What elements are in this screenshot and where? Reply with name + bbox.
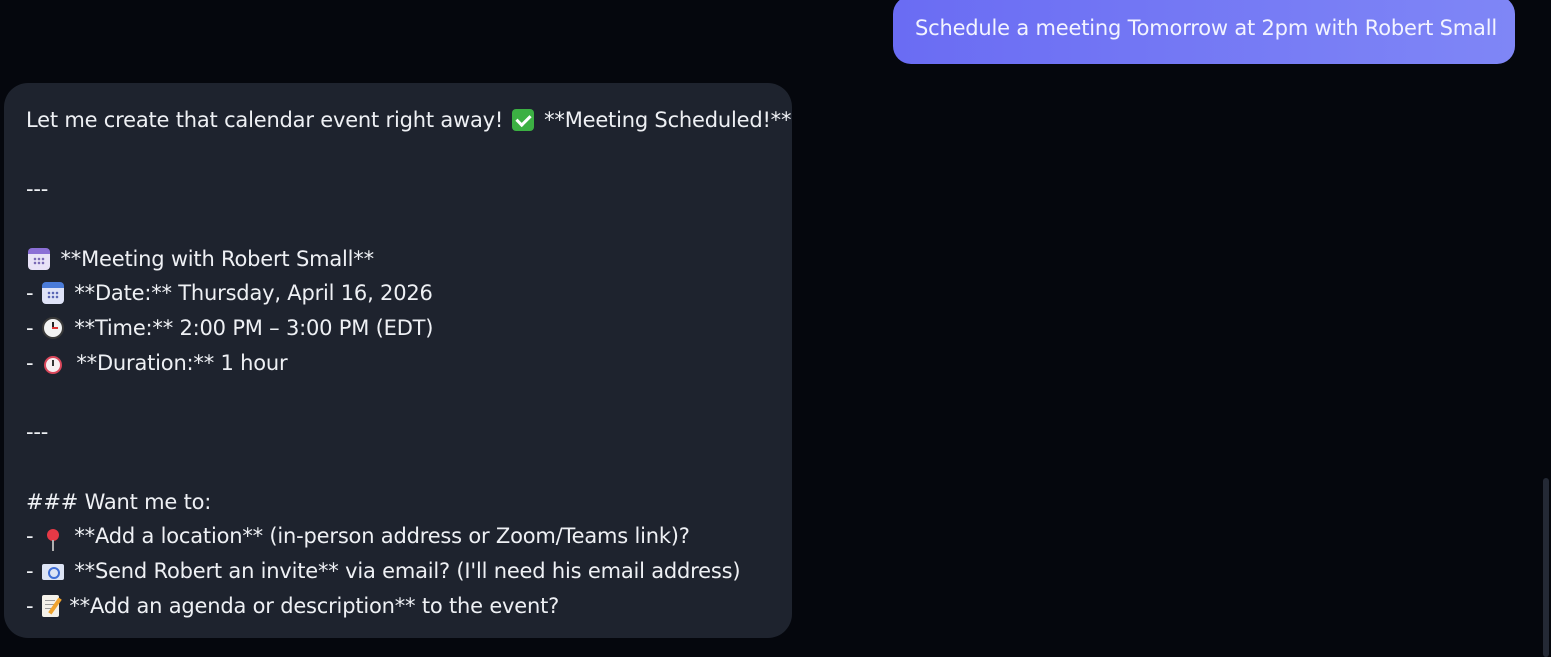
duration-bullet: - <box>26 350 40 375</box>
time-bullet: - <box>26 316 40 341</box>
option-invite-text: **Send Robert an invite** via email? (I'… <box>74 558 741 583</box>
duration-text: **Duration:** 1 hour <box>76 350 288 375</box>
calendar-icon <box>28 247 50 270</box>
memo-icon <box>41 594 59 617</box>
meeting-title-line: **Meeting with Robert Small** <box>26 242 792 277</box>
spiral-calendar-icon <box>41 282 64 305</box>
chat-thread: Schedule a meeting Tomorrow at 2pm with … <box>0 0 1551 657</box>
scrollbar-thumb[interactable] <box>1543 478 1549 657</box>
option-location-text: **Add a location** (in-person address or… <box>74 524 690 549</box>
option-location-line: - **Add a location** (in-person address … <box>26 519 792 554</box>
option-bullet: - <box>26 524 40 549</box>
option-bullet: - <box>26 558 40 583</box>
option-invite-line: - **Send Robert an invite** via email? (… <box>26 554 792 589</box>
alarm-clock-icon <box>43 355 62 374</box>
date-text: **Date:** Thursday, April 16, 2026 <box>74 281 433 306</box>
option-agenda-line: - **Add an agenda or description** to th… <box>26 589 792 624</box>
round-pushpin-icon <box>46 529 59 552</box>
user-message-bubble: Schedule a meeting Tomorrow at 2pm with … <box>893 0 1515 64</box>
meeting-title-text: **Meeting with Robert Small** <box>60 246 374 271</box>
time-text: **Time:** 2:00 PM – 3:00 PM (EDT) <box>74 316 434 341</box>
check-mark-button-icon <box>511 109 534 131</box>
date-bullet: - <box>26 281 40 306</box>
duration-line: - **Duration:** 1 hour <box>26 346 792 381</box>
option-agenda-text: **Add an agenda or description** to the … <box>69 593 560 618</box>
time-line: - **Time:** 2:00 PM – 3:00 PM (EDT) <box>26 311 792 346</box>
assistant-intro-text: Let me create that calendar event right … <box>26 108 504 132</box>
assistant-intro-line: Let me create that calendar event right … <box>26 103 792 138</box>
user-message-text: Schedule a meeting Tomorrow at 2pm with … <box>915 16 1497 40</box>
option-bullet: - <box>26 593 40 618</box>
assistant-message-bubble: Let me create that calendar event right … <box>4 83 792 638</box>
divider-line: --- <box>26 420 49 445</box>
date-line: - **Date:** Thursday, April 16, 2026 <box>26 276 792 311</box>
divider-line: --- <box>26 177 49 202</box>
meeting-scheduled-text: **Meeting Scheduled!** <box>544 108 792 132</box>
envelope-icon <box>41 563 64 580</box>
followup-heading: ### Want me to: <box>26 489 212 514</box>
clock-icon <box>41 317 64 340</box>
